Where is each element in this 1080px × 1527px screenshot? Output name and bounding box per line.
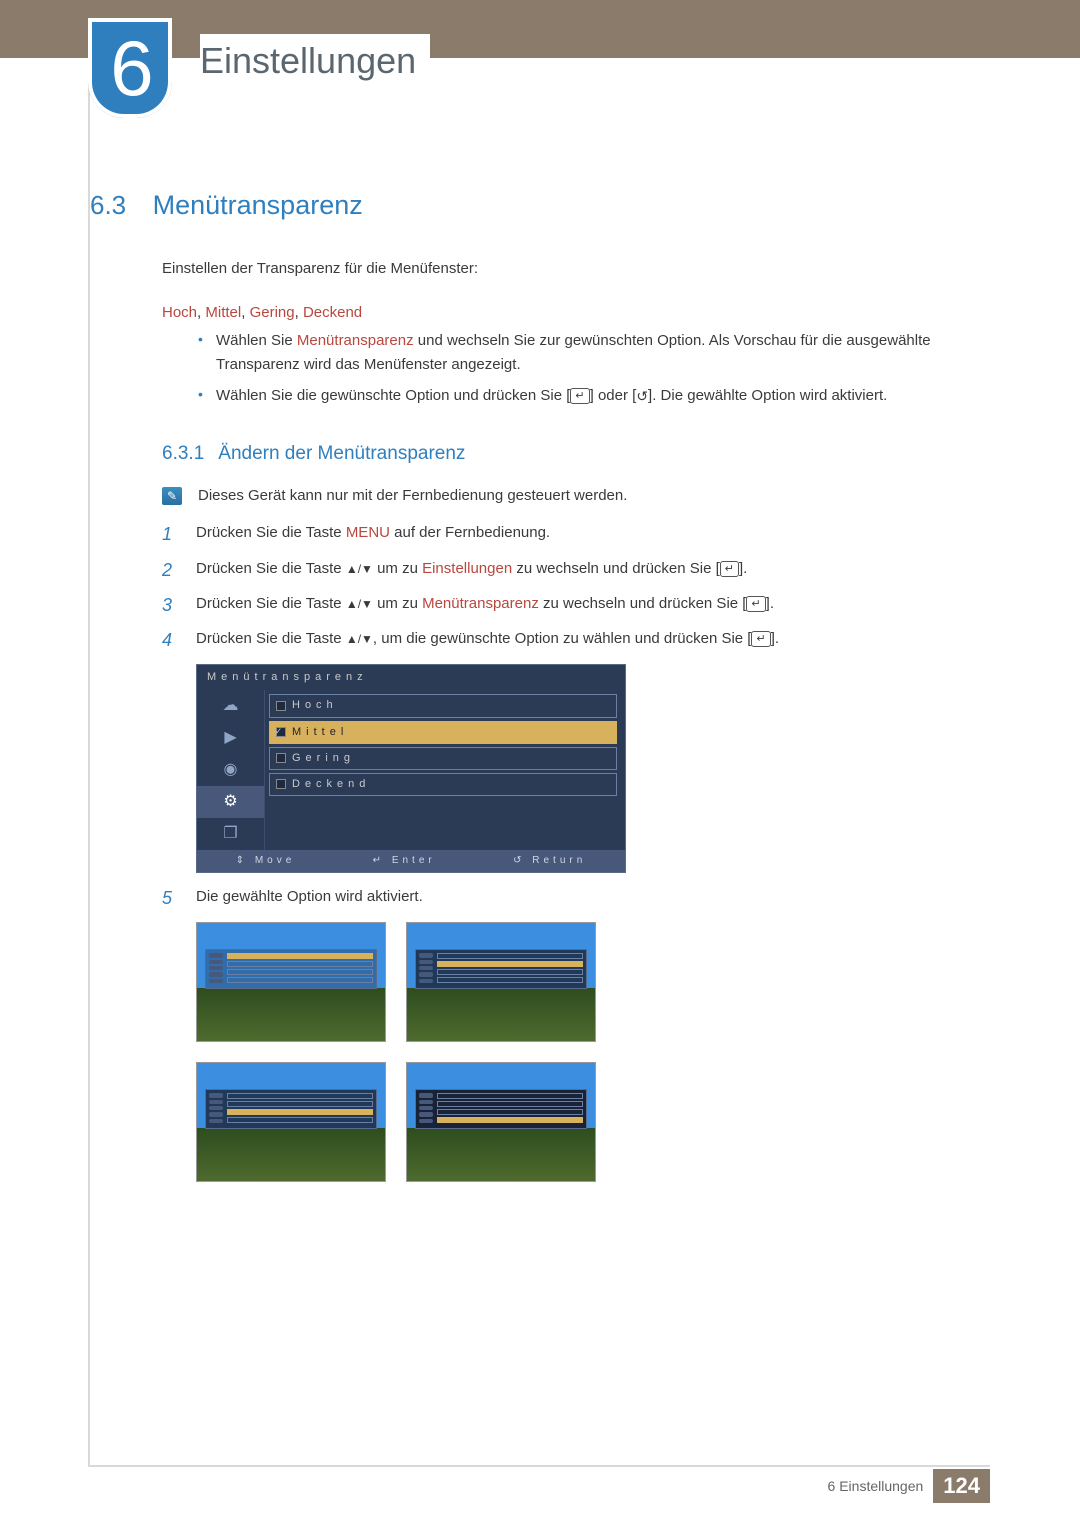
emphasis: MENU xyxy=(346,524,390,541)
osd-option-label: Hoch xyxy=(292,697,338,714)
arrow-icons: ▲/▼ xyxy=(346,632,373,646)
preview-thumb-deckend xyxy=(406,1062,596,1182)
separator: , xyxy=(295,304,303,321)
step-1: Drücken Sie die Taste MENU auf der Fernb… xyxy=(162,521,990,544)
text: ]. xyxy=(771,630,779,647)
enter-icon: ↵ xyxy=(570,388,589,404)
intro-text: Einstellen der Transparenz für die Menüf… xyxy=(162,257,990,280)
enter-icon: ↵ xyxy=(373,855,385,866)
text: ]. xyxy=(739,560,747,577)
option-hoch: Hoch xyxy=(162,304,197,321)
text: um zu xyxy=(373,560,422,577)
text: Drücken Sie die Taste xyxy=(196,595,346,612)
page-footer: 6 Einstellungen 124 xyxy=(828,1469,990,1503)
text: Return xyxy=(532,855,586,866)
arrow-icons: ▲/▼ xyxy=(346,562,373,576)
text: Enter xyxy=(392,855,436,866)
text: um zu xyxy=(373,595,422,612)
osd-option-list: Hoch ✓ Mittel Gering Deckend xyxy=(265,690,625,850)
enter-icon: ↵ xyxy=(720,561,739,577)
step-3: Drücken Sie die Taste ▲/▼ um zu Menütran… xyxy=(162,592,990,615)
text: Wählen Sie xyxy=(216,332,297,349)
osd-footer-enter: ↵ Enter xyxy=(373,853,436,869)
subsection-number: 6.3.1 xyxy=(162,443,204,464)
osd-footer-return: ↺ Return xyxy=(513,853,586,869)
osd-menu-screenshot: Menütransparenz ☁ ▶ ◉ ⚙ ❐ Hoch ✓ Mittel G… xyxy=(196,664,626,873)
chapter-number-badge: 6 xyxy=(88,18,172,118)
osd-tab-icon-settings: ⚙ xyxy=(197,786,264,818)
section-title: Menütransparenz xyxy=(153,190,363,220)
osd-tab-icon: ☁ xyxy=(197,690,264,722)
text: auf der Fernbedienung. xyxy=(390,524,550,541)
preview-thumbnails xyxy=(196,922,990,1182)
note-row: ✎ Dieses Gerät kann nur mit der Fernbedi… xyxy=(162,487,990,505)
text: ] oder [ xyxy=(590,387,637,404)
checkbox-icon: ✓ xyxy=(276,727,286,737)
bullet-item: Wählen Sie Menütransparenz und wechseln … xyxy=(198,329,990,376)
text: , um die gewünschte Option zu wählen und… xyxy=(373,630,752,647)
preview-thumb-gering xyxy=(196,1062,386,1182)
text: Drücken Sie die Taste xyxy=(196,630,346,647)
preview-thumb-mittel xyxy=(406,922,596,1042)
bullet-item: Wählen Sie die gewünschte Option und drü… xyxy=(198,384,990,408)
page-number: 124 xyxy=(933,1469,990,1503)
osd-tab-icon: ❐ xyxy=(197,818,264,850)
osd-option-deckend: Deckend xyxy=(269,773,617,796)
emphasis: Menütransparenz xyxy=(297,332,414,349)
checkbox-icon xyxy=(276,779,286,789)
osd-option-label: Mittel xyxy=(292,724,348,741)
osd-option-hoch: Hoch xyxy=(269,694,617,717)
text: zu wechseln und drücken Sie [ xyxy=(512,560,720,577)
osd-option-mittel-selected: ✓ Mittel xyxy=(269,721,617,744)
arrow-icons: ▲/▼ xyxy=(346,597,373,611)
text: Drücken Sie die Taste xyxy=(196,560,346,577)
osd-footer-move: ⇕ Move xyxy=(236,853,296,869)
return-icon: ↺ xyxy=(636,386,648,408)
option-deckend: Deckend xyxy=(303,304,362,321)
text: ]. Die gewählte Option wird aktiviert. xyxy=(648,387,887,404)
emphasis: Menütransparenz xyxy=(422,595,539,612)
subsection-heading: 6.3.1 Ändern der Menütransparenz xyxy=(162,443,990,465)
option-mittel: Mittel xyxy=(205,304,241,321)
text: Move xyxy=(255,855,295,866)
preview-thumb-hoch xyxy=(196,922,386,1042)
text: Die gewählte Option wird aktiviert. xyxy=(196,888,423,905)
return-icon: ↺ xyxy=(513,855,525,866)
text: ]. xyxy=(766,595,774,612)
enter-icon: ↵ xyxy=(751,631,770,647)
text: Wählen Sie die gewünschte Option und drü… xyxy=(216,387,570,404)
emphasis: Einstellungen xyxy=(422,560,512,577)
section-number: 6.3 xyxy=(90,190,126,220)
separator: , xyxy=(241,304,249,321)
note-text: Dieses Gerät kann nur mit der Fernbedien… xyxy=(198,487,627,504)
osd-option-label: Gering xyxy=(292,750,355,767)
osd-tab-icon: ▶ xyxy=(197,722,264,754)
checkbox-icon xyxy=(276,701,286,711)
step-2: Drücken Sie die Taste ▲/▼ um zu Einstell… xyxy=(162,557,990,580)
osd-sidebar: ☁ ▶ ◉ ⚙ ❐ xyxy=(197,690,265,850)
osd-title: Menütransparenz xyxy=(197,665,625,690)
section-heading: 6.3 Menütransparenz xyxy=(90,190,990,221)
options-list: Hoch, Mittel, Gering, Deckend xyxy=(162,304,990,321)
osd-tab-icon: ◉ xyxy=(197,754,264,786)
osd-option-gering: Gering xyxy=(269,747,617,770)
checkbox-icon xyxy=(276,753,286,763)
footer-rule xyxy=(88,1465,990,1467)
enter-icon: ↵ xyxy=(746,596,765,612)
chapter-title: Einstellungen xyxy=(200,34,430,88)
footer-label: 6 Einstellungen xyxy=(828,1478,924,1494)
osd-footer: ⇕ Move ↵ Enter ↺ Return xyxy=(197,850,625,872)
step-5: Die gewählte Option wird aktiviert. xyxy=(162,885,990,1182)
option-gering: Gering xyxy=(250,304,295,321)
subsection-title: Ändern der Menütransparenz xyxy=(218,443,465,464)
step-4: Drücken Sie die Taste ▲/▼, um die gewüns… xyxy=(162,627,990,873)
text: zu wechseln und drücken Sie [ xyxy=(539,595,747,612)
move-icon: ⇕ xyxy=(236,855,248,866)
text: Drücken Sie die Taste xyxy=(196,524,346,541)
osd-option-label: Deckend xyxy=(292,776,370,793)
note-icon: ✎ xyxy=(162,487,182,505)
